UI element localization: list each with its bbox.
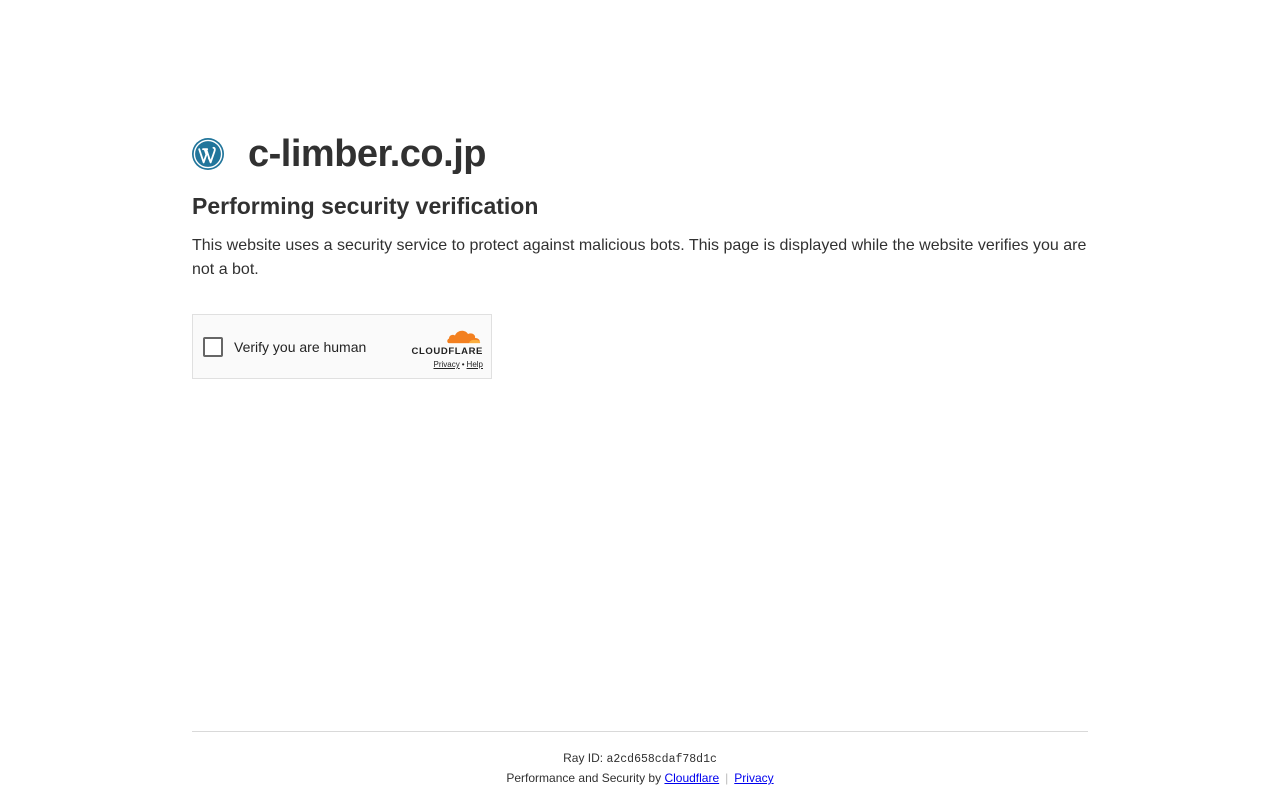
- widget-links: Privacy • Help: [407, 360, 484, 369]
- ray-id-value: a2cd658cdaf78d1c: [606, 753, 717, 766]
- wordpress-icon: [192, 138, 224, 170]
- cloudflare-link[interactable]: Cloudflare: [664, 771, 719, 785]
- site-name: c-limber.co.jp: [248, 133, 486, 175]
- footer: Ray ID: a2cd658cdaf78d1c Performance and…: [192, 731, 1088, 786]
- widget-help-link[interactable]: Help: [467, 360, 483, 369]
- footer-privacy-link[interactable]: Privacy: [734, 771, 773, 785]
- cloudflare-branding: CLOUDFLARE Privacy • Help: [407, 327, 483, 369]
- footer-divider: |: [725, 771, 729, 785]
- performance-text: Performance and Security by: [506, 771, 662, 785]
- verify-label[interactable]: Verify you are human: [234, 339, 366, 355]
- page-description: This website uses a security service to …: [192, 237, 1087, 278]
- cloudflare-cloud-icon: [445, 327, 483, 345]
- page-heading: Performing security verification: [192, 193, 539, 219]
- page: c-limber.co.jp Performing security verif…: [0, 0, 1280, 800]
- widget-privacy-link[interactable]: Privacy: [434, 360, 460, 369]
- widget-link-separator: •: [461, 360, 465, 369]
- verify-checkbox[interactable]: [203, 336, 223, 357]
- site-header: c-limber.co.jp: [192, 130, 1088, 178]
- ray-id-label: Ray ID:: [563, 751, 604, 765]
- performance-line: Performance and Security by Cloudflare | P…: [192, 770, 1088, 786]
- turnstile-widget: Verify you are human CLOUDFLARE Privacy •…: [192, 314, 492, 379]
- ray-id-line: Ray ID: a2cd658cdaf78d1c: [192, 750, 1088, 768]
- main-content: c-limber.co.jp Performing security verif…: [192, 130, 1088, 379]
- cloudflare-wordmark: CLOUDFLARE: [411, 346, 483, 357]
